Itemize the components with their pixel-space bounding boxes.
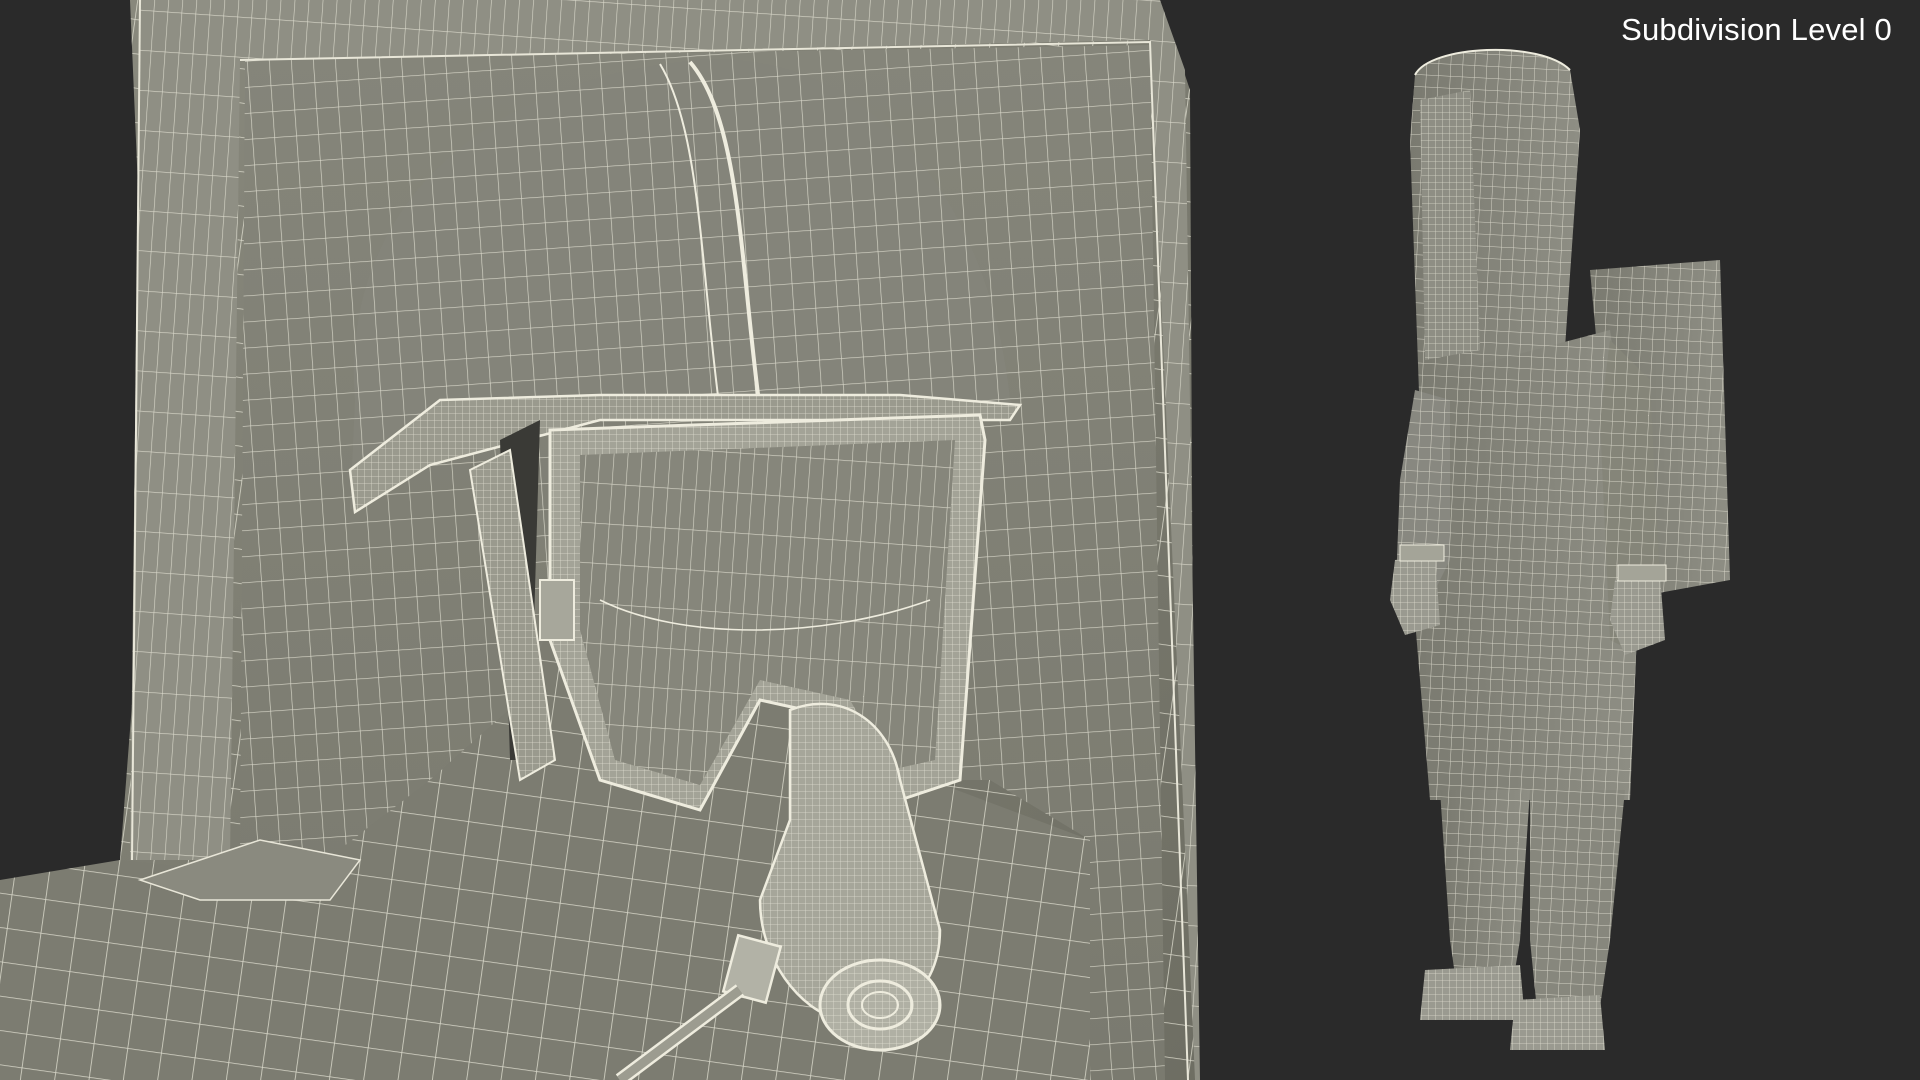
subdivision-level-label: Subdivision Level 0	[1621, 12, 1892, 47]
render-viewport: Subdivision Level 0	[0, 0, 1920, 1080]
wireframe-render	[0, 0, 1730, 1080]
full-figure	[1390, 48, 1730, 1050]
